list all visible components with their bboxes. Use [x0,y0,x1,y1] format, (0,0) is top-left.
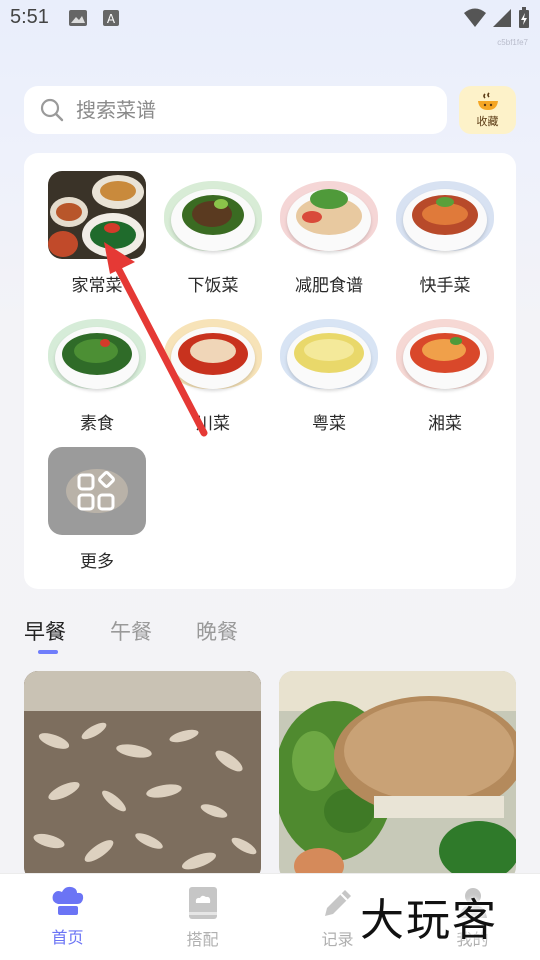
nav-label: 记录 [321,930,354,949]
search-input[interactable] [76,98,406,122]
nav-label: 搭配 [186,930,219,949]
category-label: 更多 [80,552,114,572]
sichuan-photo [164,309,262,397]
vegetarian-photo [48,309,146,397]
recipe-card-sandwich[interactable] [279,671,516,881]
category-label: 川菜 [196,414,230,434]
status-bar: 5:51 A [0,0,540,38]
favorites-label: 收藏 [476,114,499,128]
search-box[interactable] [24,86,447,134]
category-label: 湘菜 [428,414,462,434]
category-label: 快手菜 [419,276,471,296]
category-home-dishes[interactable]: 家常菜 [39,171,155,296]
category-diet-recipes[interactable]: 减肥食谱 [271,171,387,296]
cantonese-photo [280,309,378,397]
category-more[interactable]: 更多 [39,447,155,572]
category-rice-dishes[interactable]: 下饭菜 [155,171,271,296]
rice-dishes-photo [164,171,262,259]
image-icon [69,10,87,26]
status-time: 5:51 [10,6,49,28]
tab-dinner[interactable]: 晚餐 [196,616,238,646]
search-icon [40,98,64,122]
recipe-book-icon [188,887,217,919]
diet-recipes-photo [280,171,378,259]
category-sichuan[interactable]: 川菜 [155,309,271,434]
dried-shrimp-photo [24,671,261,881]
battery-charging-icon [519,7,529,28]
category-vegetarian[interactable]: 素食 [39,309,155,434]
nav-home[interactable]: 首页 [0,874,135,960]
category-label: 粤菜 [312,414,346,434]
favorites-button[interactable]: 收藏 [459,86,516,134]
brand-watermark: 大玩客 [360,895,498,946]
more-grid-icon [48,447,146,535]
category-quick-dishes[interactable]: 快手菜 [387,171,503,296]
tab-label: 早餐 [24,620,66,644]
tab-lunch[interactable]: 午餐 [110,616,152,646]
active-tab-indicator [38,650,58,654]
category-cantonese[interactable]: 粤菜 [271,309,387,434]
quick-dishes-photo [396,171,494,259]
category-label: 减肥食谱 [295,276,363,296]
tab-label: 午餐 [110,620,152,644]
category-label: 素食 [80,414,114,434]
pencil-icon [324,890,351,916]
home-dishes-photo [48,171,146,259]
sandwich-broccoli-photo [279,671,516,881]
meal-tabs: 早餐 午餐 晚餐 [24,616,282,654]
category-label: 下饭菜 [187,276,239,296]
category-grid: 家常菜 下饭菜 减肥食谱 快手菜 素食 川菜 粤菜 湘菜 更多 [24,153,516,589]
nav-label: 首页 [51,928,84,947]
wifi-icon [464,8,486,27]
nav-match[interactable]: 搭配 [135,874,270,960]
recipe-card-dried-shrimp[interactable] [24,671,261,881]
hunan-photo [396,309,494,397]
category-label: 家常菜 [71,276,123,296]
chef-hat-icon [52,886,83,915]
build-tag: c5bf1fe7 [497,38,528,47]
bowl-icon [477,91,498,110]
svg-text:A: A [107,12,116,26]
a-icon: A [103,10,119,26]
category-hunan[interactable]: 湘菜 [387,309,503,434]
tab-breakfast[interactable]: 早餐 [24,616,66,654]
signal-icon [493,9,511,27]
tab-label: 晚餐 [196,620,238,644]
